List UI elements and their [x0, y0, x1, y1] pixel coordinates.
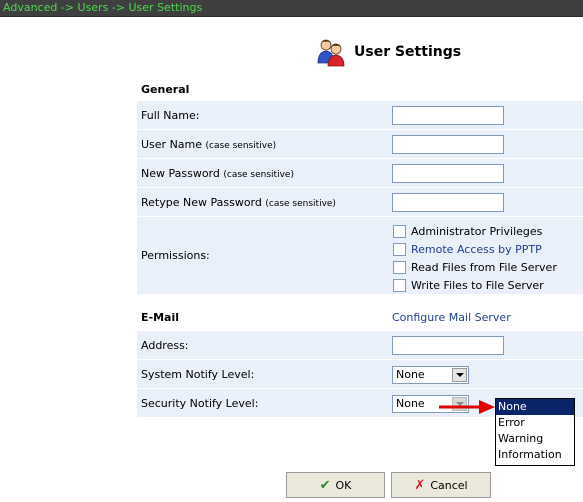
permission-pptp[interactable]: Remote Access by PPTP	[393, 240, 557, 258]
full-name-field[interactable]	[392, 106, 504, 125]
chevron-down-icon[interactable]	[452, 368, 467, 382]
new-password-row: New Password (case sensitive)	[137, 159, 583, 188]
user-name-label-text: User Name	[141, 138, 203, 151]
ok-label: OK	[335, 478, 352, 492]
remote-access-pptp-checkbox[interactable]	[393, 242, 406, 256]
user-name-field[interactable]	[392, 135, 504, 154]
security-notify-value: None	[396, 397, 425, 410]
dropdown-option-information[interactable]: Information	[496, 447, 574, 463]
user-name-note: (case sensitive)	[205, 141, 277, 151]
dropdown-option-warning[interactable]: Warning	[496, 431, 574, 447]
new-password-label-text: New Password	[141, 167, 220, 180]
retype-password-row: Retype New Password (case sensitive)	[137, 188, 583, 217]
permission-read-files[interactable]: Read Files from File Server	[393, 258, 557, 276]
read-files-checkbox[interactable]	[393, 260, 406, 274]
page-title: User Settings	[354, 44, 462, 60]
permission-admin[interactable]: Administrator Privileges	[393, 222, 557, 240]
button-bar: ✔ OK ✗ Cancel	[0, 472, 583, 498]
dropdown-option-none[interactable]: None	[496, 399, 574, 415]
new-password-label: New Password (case sensitive)	[141, 159, 294, 190]
permission-write-files[interactable]: Write Files to File Server	[393, 276, 557, 294]
user-settings-form: General Full Name: User Name (case sensi…	[137, 79, 583, 418]
configure-mail-server-link[interactable]: Configure Mail Server	[392, 305, 511, 331]
read-files-label: Read Files from File Server	[411, 260, 557, 274]
cancel-label: Cancel	[430, 478, 468, 492]
email-section-header: E-Mail Configure Mail Server	[137, 305, 583, 331]
ok-button[interactable]: ✔ OK	[286, 472, 385, 498]
system-notify-value: None	[396, 368, 425, 381]
users-icon	[316, 37, 346, 67]
address-row: Address:	[137, 331, 583, 360]
email-section-title: E-Mail	[141, 311, 179, 324]
permissions-label: Permissions:	[141, 249, 210, 262]
admin-privileges-checkbox[interactable]	[393, 224, 406, 238]
page-header: User Settings	[316, 36, 461, 68]
user-name-row: User Name (case sensitive)	[137, 130, 583, 159]
new-password-field[interactable]	[392, 164, 504, 183]
retype-password-note: (case sensitive)	[265, 199, 336, 209]
full-name-row: Full Name:	[137, 101, 583, 130]
general-section-title: General	[137, 79, 583, 101]
system-notify-row: System Notify Level: None	[137, 360, 583, 389]
address-label: Address:	[141, 339, 189, 352]
write-files-checkbox[interactable]	[393, 278, 406, 292]
permissions-row: Permissions: Administrator Privileges Re…	[137, 217, 583, 295]
breadcrumb: Advanced -> Users -> User Settings	[0, 0, 583, 17]
dropdown-option-error[interactable]: Error	[496, 415, 574, 431]
retype-password-label-text: Retype New Password	[141, 196, 262, 209]
write-files-label: Write Files to File Server	[411, 278, 544, 292]
retype-password-label: Retype New Password (case sensitive)	[141, 188, 336, 219]
admin-privileges-label: Administrator Privileges	[411, 224, 543, 238]
system-notify-select[interactable]: None	[392, 366, 469, 384]
permissions-list: Administrator Privileges Remote Access b…	[393, 222, 557, 294]
retype-password-field[interactable]	[392, 193, 504, 212]
cancel-button[interactable]: ✗ Cancel	[391, 472, 491, 498]
address-field[interactable]	[392, 336, 504, 355]
pointer-arrow-icon	[439, 400, 495, 414]
new-password-note: (case sensitive)	[223, 170, 294, 180]
section-spacer	[137, 295, 583, 305]
remote-access-pptp-link[interactable]: Remote Access by PPTP	[411, 243, 542, 256]
full-name-label: Full Name:	[141, 109, 200, 122]
security-notify-dropdown[interactable]: None Error Warning Information	[495, 398, 575, 466]
security-notify-label: Security Notify Level:	[141, 397, 259, 410]
close-icon: ✗	[414, 477, 426, 493]
user-name-label: User Name (case sensitive)	[141, 130, 276, 161]
check-icon: ✔	[319, 477, 331, 493]
system-notify-label: System Notify Level:	[141, 368, 255, 381]
